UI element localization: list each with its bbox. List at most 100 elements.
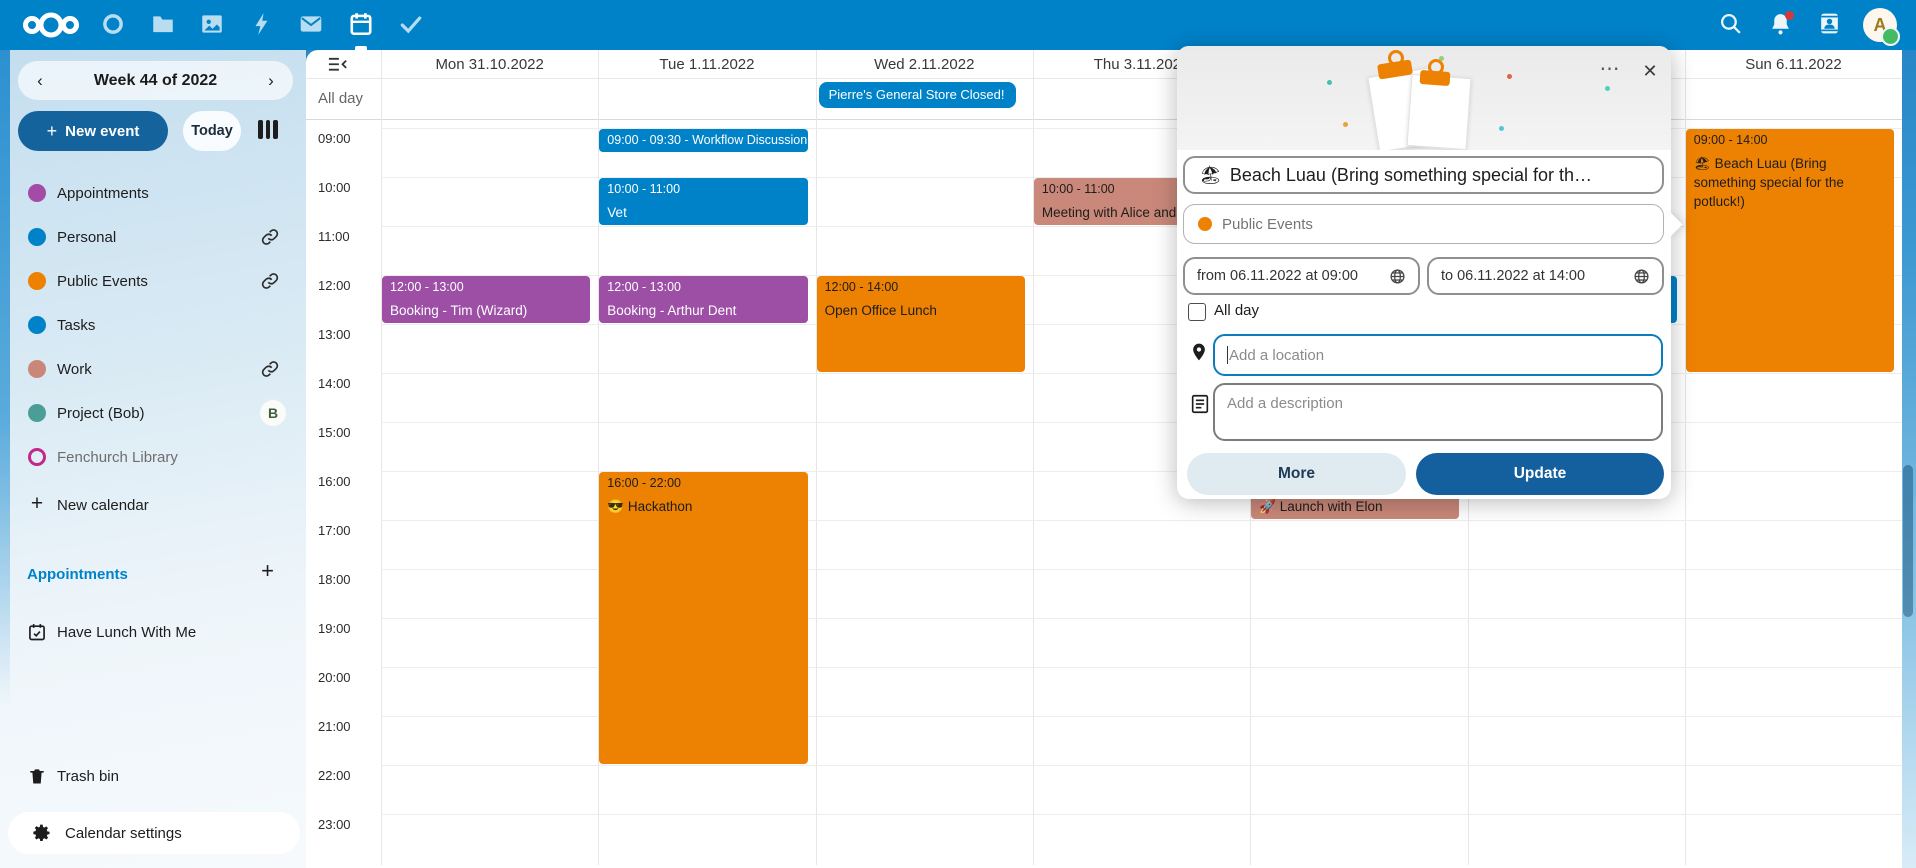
more-button[interactable]: More <box>1187 453 1406 495</box>
add-appointment-config-button[interactable]: + <box>261 558 274 584</box>
event-title: Booking - Tim (Wizard) <box>390 301 582 320</box>
hour-label: 17:00 <box>318 523 351 538</box>
description-placeholder: Add a description <box>1227 395 1343 412</box>
sidebar-calendar-work[interactable]: Work <box>10 347 298 391</box>
location-input[interactable]: Add a location <box>1213 334 1663 376</box>
confetti-dot <box>1499 126 1504 131</box>
hour-label: 18:00 <box>318 572 351 587</box>
vertical-scrollbar[interactable] <box>1903 465 1913 617</box>
notification-dot <box>1785 11 1794 20</box>
calendar-event[interactable]: 12:00 - 13:00Booking - Tim (Wizard) <box>382 276 590 323</box>
hour-label: 09:00 <box>318 131 351 146</box>
week-label: Week 44 of 2022 <box>94 72 217 90</box>
sidebar: ‹ Week 44 of 2022 › + New event Today Ap… <box>0 50 306 868</box>
files-app-icon[interactable] <box>150 11 178 39</box>
description-input[interactable]: Add a description <box>1213 383 1663 441</box>
calendar-event[interactable]: 12:00 - 14:00Open Office Lunch <box>817 276 1025 372</box>
sidebar-calendar-project-bob-[interactable]: Project (Bob)B <box>10 391 298 435</box>
calendar-app-icon[interactable] <box>348 11 376 39</box>
calendar-event[interactable]: 12:00 - 13:00Booking - Arthur Dent <box>599 276 807 323</box>
calendar-label: Appointments <box>57 185 149 202</box>
day-header[interactable]: Sun 6.11.2022 <box>1685 50 1902 78</box>
plus-icon: + <box>27 495 47 515</box>
confetti-dot <box>1605 86 1610 91</box>
view-mode-icon[interactable] <box>258 120 280 142</box>
contacts-menu-icon[interactable] <box>1817 11 1845 39</box>
calendar-color-dot[interactable] <box>28 272 46 290</box>
share-link-icon[interactable] <box>260 227 280 247</box>
sidebar-calendar-appointments[interactable]: Appointments <box>10 171 298 215</box>
new-event-button[interactable]: + New event <box>18 111 168 151</box>
calendar-color-dot[interactable] <box>28 316 46 334</box>
to-datetime-field[interactable]: to 06.11.2022 at 14:00 <box>1427 257 1664 295</box>
hour-line <box>381 324 1902 325</box>
popup-close-icon[interactable]: ✕ <box>1637 58 1663 84</box>
appointment-item[interactable]: Have Lunch With Me <box>10 610 298 654</box>
from-datetime-field[interactable]: from 06.11.2022 at 09:00 <box>1183 257 1420 295</box>
allday-event[interactable]: Pierre's General Store Closed! <box>819 82 1016 108</box>
calendar-label: Personal <box>57 229 116 246</box>
calendar-check-icon <box>27 622 47 642</box>
appointment-item-label: Have Lunch With Me <box>57 624 196 641</box>
event-time: 09:00 - 14:00 <box>1694 133 1886 147</box>
week-navigation: ‹ Week 44 of 2022 › <box>18 61 293 100</box>
location-placeholder: Add a location <box>1229 347 1324 364</box>
activity-app-icon[interactable] <box>249 11 277 39</box>
hour-label: 22:00 <box>318 768 351 783</box>
hour-label: 23:00 <box>318 817 351 832</box>
calendar-event[interactable]: 16:00 - 22:00😎 Hackathon <box>599 472 807 764</box>
day-header[interactable]: Tue 1.11.2022 <box>598 50 815 78</box>
share-link-icon[interactable] <box>260 359 280 379</box>
notifications-bell-icon[interactable] <box>1768 11 1796 39</box>
share-link-icon[interactable] <box>260 271 280 291</box>
location-pin-icon <box>1189 342 1209 366</box>
calendar-event[interactable]: 09:00 - 09:30 - Workflow Discussion <box>599 129 807 152</box>
hour-label: 15:00 <box>318 425 351 440</box>
event-title: Booking - Arthur Dent <box>607 301 799 320</box>
sidebar-calendar-tasks[interactable]: Tasks <box>10 303 298 347</box>
timezone-globe-icon[interactable] <box>1389 268 1406 285</box>
nextcloud-logo-icon[interactable] <box>22 10 80 40</box>
calendar-settings-button[interactable]: Calendar settings <box>8 812 300 854</box>
confetti-dot <box>1327 80 1332 85</box>
previous-week-button[interactable]: ‹ <box>32 71 48 91</box>
today-button[interactable]: Today <box>183 111 241 151</box>
mail-app-icon[interactable] <box>298 11 326 39</box>
next-week-button[interactable]: › <box>263 71 279 91</box>
calendar-picker[interactable]: Public Events <box>1183 204 1664 244</box>
calendar-color-dot[interactable] <box>28 228 46 246</box>
allday-checkbox[interactable] <box>1188 303 1206 321</box>
event-title-input[interactable]: 🏖 Beach Luau (Bring something special fo… <box>1183 156 1664 194</box>
avatar[interactable]: A <box>1863 8 1897 42</box>
trash-bin-button[interactable]: Trash bin <box>10 754 298 798</box>
circles-app-icon[interactable] <box>100 11 128 39</box>
hour-label: 11:00 <box>318 229 350 244</box>
search-icon[interactable] <box>1718 11 1746 39</box>
hour-label: 19:00 <box>318 621 351 636</box>
day-header[interactable]: Wed 2.11.2022 <box>816 50 1033 78</box>
collapse-allday-icon[interactable] <box>328 57 348 73</box>
hour-line <box>381 422 1902 423</box>
calendar-event[interactable]: 10:00 - 11:00Vet <box>599 178 807 225</box>
sidebar-calendar-public-events[interactable]: Public Events <box>10 259 298 303</box>
hour-line <box>381 814 1902 815</box>
event-title-value: Beach Luau (Bring something special for … <box>1230 165 1592 186</box>
event-title: 😎 Hackathon <box>607 497 799 516</box>
calendar-event[interactable]: 09:00 - 14:00🏖 Beach Luau (Bring somethi… <box>1686 129 1894 372</box>
hour-label: 13:00 <box>318 327 351 342</box>
timezone-globe-icon[interactable] <box>1633 268 1650 285</box>
calendar-color-dot[interactable] <box>28 360 46 378</box>
calendar-color-dot[interactable] <box>28 404 46 422</box>
tasks-app-icon[interactable] <box>398 11 426 39</box>
day-header[interactable]: Mon 31.10.2022 <box>381 50 598 78</box>
sidebar-calendar-personal[interactable]: Personal <box>10 215 298 259</box>
photos-app-icon[interactable] <box>199 11 227 39</box>
calendar-color-dot[interactable] <box>28 448 46 466</box>
calendar-color-dot[interactable] <box>28 184 46 202</box>
popup-more-actions-icon[interactable]: ⋯ <box>1595 56 1625 84</box>
new-calendar-button[interactable]: + New calendar <box>10 483 298 527</box>
app-window: A ‹ Week 44 of 2022 › + New event Today … <box>0 0 1916 868</box>
event-title: Vet <box>607 203 799 222</box>
sidebar-calendar-fenchurch-library[interactable]: Fenchurch Library <box>10 435 298 479</box>
update-button[interactable]: Update <box>1416 453 1664 495</box>
